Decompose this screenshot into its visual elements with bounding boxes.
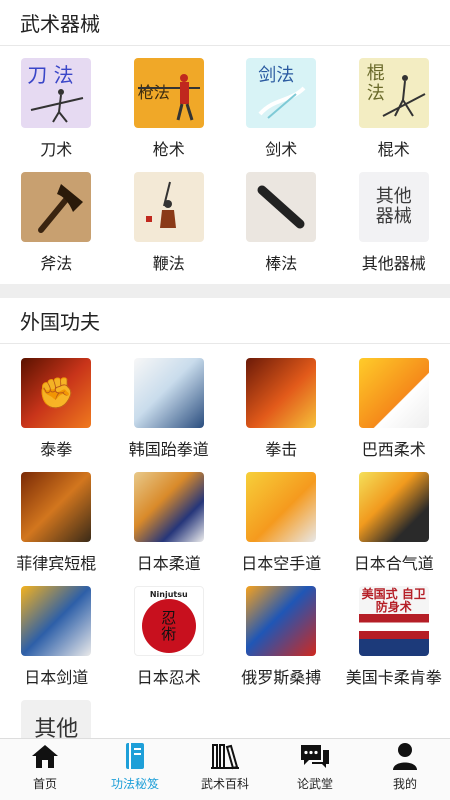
bottom-tab-bar: 首页 功法秘笈 武术百科 论武堂 我的 (0, 738, 450, 800)
section-divider (0, 284, 450, 298)
user-icon (392, 741, 418, 771)
books-icon (210, 741, 240, 771)
muay-thai-image: ✊ (21, 358, 92, 428)
grid-item-label: 日本空手道 (241, 554, 322, 573)
section-title-foreign: 外国功夫 (0, 298, 450, 344)
red-seal-icon: 忍 術 (141, 599, 196, 653)
grid-item-jianshu[interactable]: 剑法 剑术 (225, 56, 338, 170)
grid-item-aikido[interactable]: 日本合气道 (338, 470, 450, 584)
kajukenbo-image: 美国式 自卫防身术 (358, 586, 429, 656)
ninjutsu-art-title: Ninjutsu (149, 590, 188, 599)
weapons-section: 武术器械 刀 法 刀术 枪法 枪术 剑法 剑术 棍 法 棍术 斧法 鞭法 棒法 … (0, 0, 450, 284)
tab-lunwutang[interactable]: 论武堂 (270, 739, 360, 800)
book-icon (123, 741, 147, 771)
club-icon (246, 172, 317, 242)
tab-label: 功法秘笈 (110, 777, 159, 791)
grid-item-label: 斧法 (40, 254, 73, 273)
grid-item-bianfa[interactable]: 鞭法 (113, 170, 226, 284)
aikido-image (358, 472, 429, 542)
grid-item-judo[interactable]: 日本柔道 (113, 470, 226, 584)
qiangshu-image: 枪法 (133, 58, 204, 128)
swordsman-icon (31, 89, 84, 123)
grid-item-label: 其他器械 (361, 254, 426, 273)
grid-item-daoshu[interactable]: 刀 法 刀术 (0, 56, 113, 170)
grid-item-label: 日本合气道 (353, 554, 434, 573)
tab-label: 论武堂 (296, 777, 333, 791)
home-icon (31, 741, 59, 771)
grid-item-gunshu[interactable]: 棍 法 棍术 (338, 56, 450, 170)
axe-icon (21, 172, 92, 242)
grid-item-label: 韩国跆拳道 (128, 440, 209, 459)
foreign-kungfu-section: 外国功夫 ✊ 泰拳 韩国跆拳道 拳击 巴西柔术 菲律宾短棍 日本柔道 日本空手道 (0, 298, 450, 800)
judo-image (133, 472, 204, 542)
grid-item-label: 枪术 (152, 140, 185, 159)
grid-item-label: 棍术 (377, 140, 410, 159)
bianfa-image (133, 172, 204, 242)
grid-item-label: 巴西柔术 (361, 440, 426, 459)
grid-item-label: 日本忍术 (136, 668, 201, 687)
grid-item-muay-thai[interactable]: ✊ 泰拳 (0, 356, 113, 470)
sambo-image (246, 586, 317, 656)
grid-item-kajukenbo[interactable]: 美国式 自卫防身术 美国卡柔肯拳 (338, 584, 450, 698)
grid-item-label: 美国卡柔肯拳 (345, 668, 442, 687)
grid-item-kendo[interactable]: 日本剑道 (0, 584, 113, 698)
tab-home[interactable]: 首页 (0, 739, 90, 800)
tab-label: 首页 (32, 777, 57, 791)
grid-item-boxing[interactable]: 拳击 (225, 356, 338, 470)
ninjutsu-image: Ninjutsu 忍 術 (133, 586, 204, 656)
spear-fighter-icon (137, 74, 200, 121)
grid-item-label: 拳击 (265, 440, 298, 459)
tab-label: 武术百科 (200, 777, 249, 791)
bjj-image (358, 358, 429, 428)
qita-qixie-art-text: 其他 器械 (375, 186, 412, 227)
tab-wushu-baike[interactable]: 武术百科 (180, 739, 270, 800)
daoshu-image: 刀 法 (21, 58, 92, 128)
grid-item-label: 剑术 (265, 140, 298, 159)
staff-fighter-icon (382, 75, 426, 117)
karate-image (246, 472, 317, 542)
section-title-weapons: 武术器械 (0, 0, 450, 46)
gunshu-image: 棍 法 (358, 58, 429, 128)
grid-item-eskrima[interactable]: 菲律宾短棍 (0, 470, 113, 584)
grid-item-fufa[interactable]: 斧法 (0, 170, 113, 284)
whip-fighter-icon (145, 181, 176, 228)
chat-icon (299, 741, 331, 771)
eskrima-image (21, 472, 92, 542)
taekwondo-image (133, 358, 204, 428)
tab-mine[interactable]: 我的 (360, 739, 450, 800)
grid-item-label: 日本剑道 (24, 668, 89, 687)
grid-item-taekwondo[interactable]: 韩国跆拳道 (113, 356, 226, 470)
jianshu-image: 剑法 (246, 58, 317, 128)
grid-item-bjj[interactable]: 巴西柔术 (338, 356, 450, 470)
kajukenbo-art-text: 美国式 自卫防身术 (361, 587, 426, 615)
club-svg (257, 185, 305, 229)
grid-item-label: 日本柔道 (136, 554, 201, 573)
grid-item-qiangshu[interactable]: 枪法 枪术 (113, 56, 226, 170)
axe-svg (38, 184, 84, 233)
tab-label: 我的 (392, 777, 417, 791)
swordplay-icon (258, 86, 306, 119)
fighter-icon: ✊ (37, 375, 75, 411)
boxing-image (246, 358, 317, 428)
grid-item-label: 俄罗斯桑搏 (241, 668, 322, 687)
qita-qixie-image: 其他 器械 (358, 172, 429, 242)
grid-item-karate[interactable]: 日本空手道 (225, 470, 338, 584)
grid-item-label: 鞭法 (152, 254, 185, 273)
tab-gongfa-miji[interactable]: 功法秘笈 (90, 739, 180, 800)
grid-item-ninjutsu[interactable]: Ninjutsu 忍 術 日本忍术 (113, 584, 226, 698)
grid-item-label: 刀术 (40, 140, 73, 159)
grid-item-sambo[interactable]: 俄罗斯桑搏 (225, 584, 338, 698)
kendo-image (21, 586, 92, 656)
grid-item-label: 泰拳 (40, 440, 73, 459)
grid-item-label: 棒法 (265, 254, 298, 273)
ninjutsu-art-text: 忍 術 (161, 608, 177, 643)
grid-item-label: 菲律宾短棍 (16, 554, 97, 573)
grid-item-qita-qixie[interactable]: 其他 器械 其他器械 (338, 170, 450, 284)
grid-item-bangfa[interactable]: 棒法 (225, 170, 338, 284)
